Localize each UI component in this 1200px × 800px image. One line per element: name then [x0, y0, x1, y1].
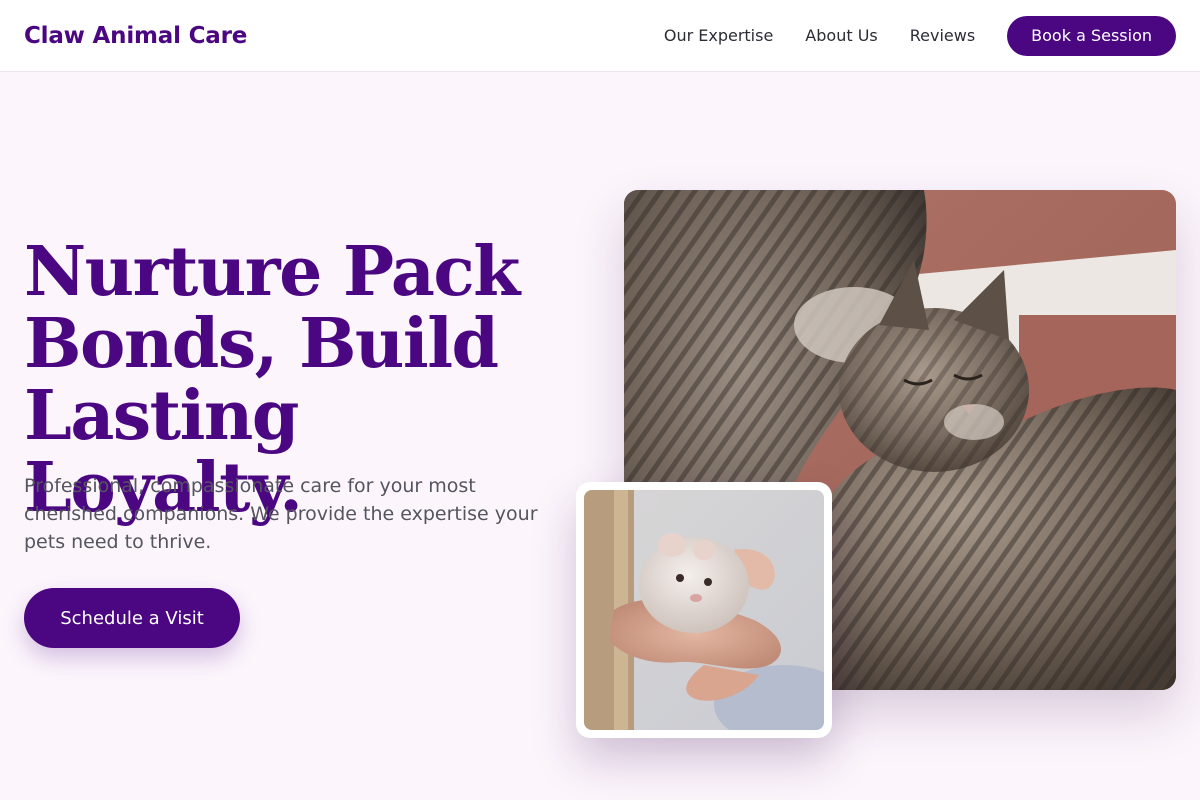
book-session-button[interactable]: Book a Session [1007, 15, 1176, 56]
brand-logo[interactable]: Claw Animal Care [24, 23, 247, 49]
hamster-photo [584, 490, 824, 730]
hero-title-line-2: Bonds, Build [24, 304, 499, 384]
hero-title-line-1: Nurture Pack [24, 232, 520, 312]
main-nav: Our Expertise About Us Reviews Book a Se… [664, 15, 1176, 56]
hamster-photo-illustration [584, 490, 824, 730]
nav-link-our-expertise[interactable]: Our Expertise [664, 26, 773, 45]
site-header: Claw Animal Care Our Expertise About Us … [0, 0, 1200, 72]
hero-subtitle: Professional, compassionate care for you… [24, 475, 538, 553]
schedule-visit-button[interactable]: Schedule a Visit [24, 588, 240, 648]
nav-link-about-us[interactable]: About Us [805, 26, 877, 45]
nav-link-reviews[interactable]: Reviews [910, 26, 975, 45]
hamster-photo-card [576, 482, 832, 738]
